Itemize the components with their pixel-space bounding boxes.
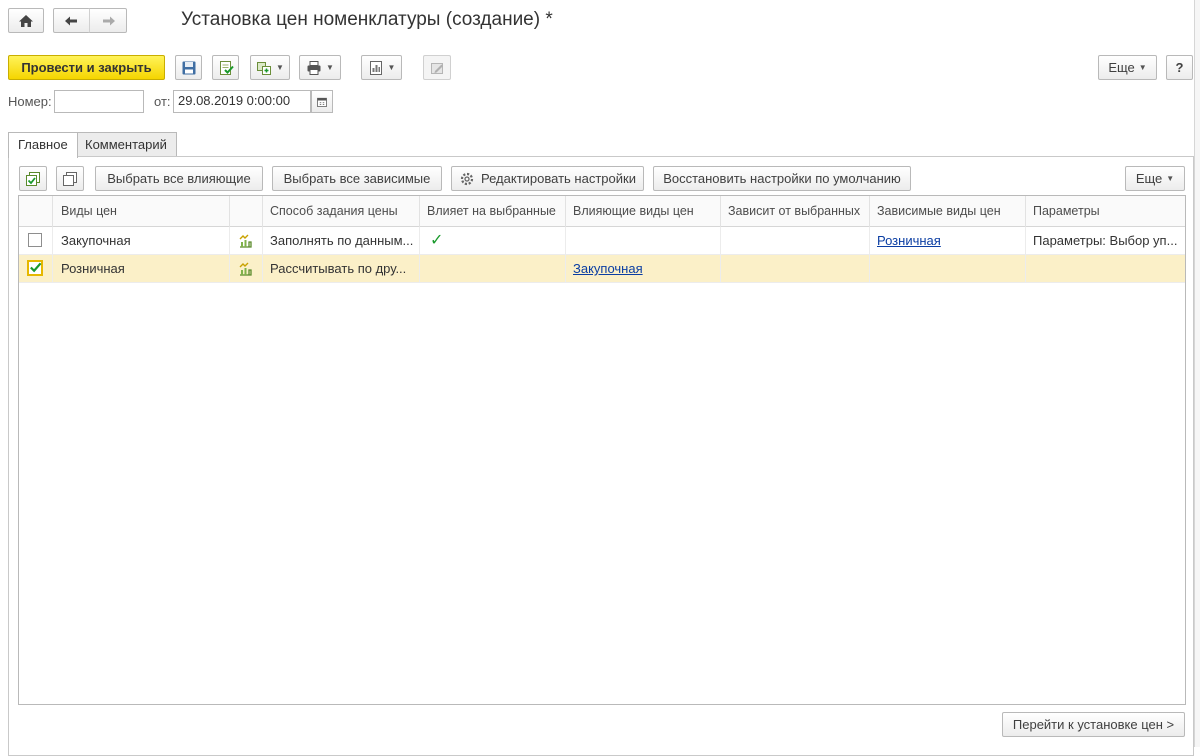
table-row[interactable]: Закупочная Заполнять по данным... ✓ Розн… — [19, 227, 1185, 255]
edit-disabled-button[interactable] — [423, 55, 451, 80]
green-check-icon: ✓ — [430, 232, 444, 249]
table-row[interactable]: Розничная Рассчитывать по дру... Закупоч… — [19, 255, 1185, 283]
influencing-types-cell: Закупочная — [566, 255, 721, 283]
chevron-down-icon: ▼ — [387, 63, 396, 72]
row-checkbox-cell[interactable] — [19, 255, 53, 283]
column-price-method[interactable]: Способ задания цены — [263, 196, 420, 227]
row-checkbox[interactable] — [27, 260, 43, 276]
price-method-cell: Заполнять по данным... — [263, 227, 420, 255]
parameters-cell — [1026, 255, 1185, 283]
dependent-types-cell — [870, 255, 1026, 283]
column-checkbox — [19, 196, 53, 227]
tab-main[interactable]: Главное — [8, 132, 78, 158]
date-input[interactable]: 29.08.2019 0:00:00 — [173, 90, 311, 113]
price-types-table[interactable]: Виды цен Способ задания цены Влияет на в… — [18, 195, 1186, 705]
home-icon — [19, 14, 33, 27]
chevron-down-icon: ▼ — [1166, 174, 1175, 183]
price-method-cell: Рассчитывать по дру... — [263, 255, 420, 283]
price-type-icon — [239, 262, 252, 276]
calendar-icon — [317, 97, 327, 107]
influencing-types-link[interactable]: Закупочная — [573, 261, 643, 276]
more-button[interactable]: Еще ▼ — [1098, 55, 1157, 80]
window-title: Установка цен номенклатуры (создание) * — [181, 9, 553, 30]
save-button[interactable] — [175, 55, 202, 80]
uncheck-all-button[interactable] — [56, 166, 84, 191]
chevron-down-icon: ▼ — [326, 63, 334, 72]
post-document-icon — [219, 60, 234, 75]
more-label: Еще — [1108, 60, 1135, 75]
select-all-influencing-button[interactable]: Выбрать все влияющие — [95, 166, 263, 191]
checkmark-icon — [30, 262, 42, 273]
column-parameters[interactable]: Параметры — [1026, 196, 1185, 227]
chevron-down-icon: ▼ — [1138, 63, 1147, 72]
arrow-left-icon — [65, 16, 77, 25]
price-type-cell: Розничная — [53, 255, 230, 283]
column-affects-selected[interactable]: Влияет на выбранные — [420, 196, 566, 227]
home-button[interactable] — [8, 8, 44, 33]
price-type-icon — [239, 234, 252, 248]
column-influencing-types[interactable]: Влияющие виды цен — [566, 196, 721, 227]
window-scrollbar[interactable] — [1194, 0, 1200, 747]
influencing-types-cell — [566, 227, 721, 255]
number-input[interactable] — [54, 90, 144, 113]
post-button[interactable] — [212, 55, 239, 80]
create-based-on-icon — [257, 61, 272, 75]
table-header: Виды цен Способ задания цены Влияет на в… — [19, 196, 1185, 227]
post-and-close-button[interactable]: Провести и закрыть — [8, 55, 165, 80]
check-all-icon — [26, 171, 40, 186]
affects-selected-cell: ✓ — [420, 227, 566, 255]
pencil-icon — [431, 62, 443, 74]
gear-icon — [460, 172, 474, 185]
arrow-right-icon — [102, 16, 115, 25]
printer-icon — [307, 60, 321, 75]
uncheck-all-icon — [63, 171, 77, 186]
chevron-down-icon: ▼ — [276, 63, 284, 72]
report-icon — [369, 60, 382, 75]
back-button[interactable] — [53, 8, 90, 33]
print-button[interactable]: ▼ — [299, 55, 341, 80]
number-label: Номер: — [8, 94, 52, 109]
column-price-type[interactable]: Виды цен — [53, 196, 230, 227]
edit-settings-button[interactable]: Редактировать настройки — [451, 166, 644, 191]
affects-selected-cell — [420, 255, 566, 283]
price-type-icon-cell — [230, 227, 263, 255]
dependent-types-cell: Розничная — [870, 227, 1026, 255]
floppy-disk-icon — [182, 61, 195, 74]
calendar-button[interactable] — [311, 90, 333, 113]
parameters-cell: Параметры: Выбор уп... — [1033, 233, 1178, 248]
forward-button[interactable] — [90, 8, 127, 33]
dependent-types-link[interactable]: Розничная — [877, 233, 941, 248]
help-button[interactable]: ? — [1166, 55, 1193, 80]
price-type-icon-cell — [230, 255, 263, 283]
column-icon — [230, 196, 263, 227]
grid-more-button[interactable]: Еще ▼ — [1125, 166, 1185, 191]
row-checkbox[interactable] — [28, 233, 42, 247]
check-all-button[interactable] — [19, 166, 47, 191]
row-checkbox-cell[interactable] — [19, 227, 53, 255]
select-all-dependent-button[interactable]: Выбрать все зависимые — [272, 166, 442, 191]
grid-more-label: Еще — [1135, 171, 1163, 186]
date-label: от: — [154, 94, 171, 109]
edit-settings-label: Редактировать настройки — [481, 171, 636, 186]
column-dependent-types[interactable]: Зависимые виды цен — [870, 196, 1026, 227]
go-to-pricing-button[interactable]: Перейти к установке цен > — [1002, 712, 1185, 737]
create-based-on-button[interactable]: ▼ — [250, 55, 290, 80]
restore-defaults-button[interactable]: Восстановить настройки по умолчанию — [653, 166, 911, 191]
tab-comment[interactable]: Комментарий — [75, 132, 177, 157]
column-depends-on-selected[interactable]: Зависит от выбранных — [721, 196, 870, 227]
reports-button[interactable]: ▼ — [361, 55, 402, 80]
depends-on-selected-cell — [721, 227, 870, 255]
price-type-cell: Закупочная — [53, 227, 230, 255]
depends-on-selected-cell — [721, 255, 870, 283]
